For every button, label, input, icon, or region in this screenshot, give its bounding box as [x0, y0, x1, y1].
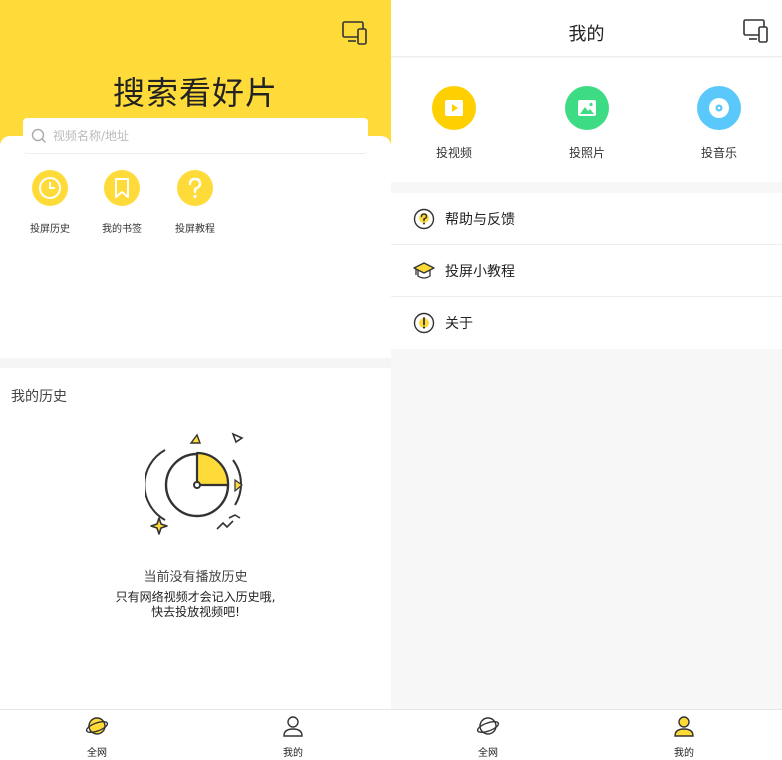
menu-item-label: 帮助与反馈	[445, 211, 515, 228]
nav-tab-all[interactable]: 全网	[67, 714, 127, 759]
search-input[interactable]	[53, 128, 353, 143]
empty-history-clock-illustration	[145, 432, 244, 535]
quick-item-label: 我的书签	[102, 224, 142, 235]
home-screen: 搜索看好片 投屏历史 我的书签 投屏教程 我的历史	[0, 0, 391, 760]
hero-title: 搜索看好片	[112, 74, 278, 112]
quick-item-history[interactable]: 投屏历史	[15, 170, 85, 235]
question-icon	[177, 170, 213, 206]
quick-item-label: 投屏历史	[30, 224, 70, 235]
planet-icon	[85, 717, 109, 735]
empty-history-subtitle: 只有网络视频才会记入历史哦, 快去投放视频吧!	[0, 590, 391, 620]
menu-item-help-feedback[interactable]: 帮助与反馈	[391, 193, 782, 245]
quick-item-bookmarks[interactable]: 我的书签	[87, 170, 157, 235]
empty-history-subtitle-line2: 快去投放视频吧!	[151, 605, 240, 619]
cast-video-button[interactable]: 投视频	[414, 86, 494, 161]
nav-tab-label: 我的	[674, 748, 694, 759]
screen-cast-device-icon[interactable]	[743, 18, 769, 44]
cast-actions: 投视频 投照片 投音乐	[391, 58, 782, 182]
empty-history-subtitle-line1: 只有网络视频才会记入历史哦,	[115, 590, 276, 604]
empty-history-title: 当前没有播放历史	[143, 570, 248, 585]
user-icon	[283, 716, 303, 737]
planet-icon	[476, 717, 500, 735]
settings-menu: 帮助与反馈 投屏小教程 关于	[391, 193, 782, 349]
menu-item-label: 关于	[445, 316, 473, 332]
cast-music-label: 投音乐	[700, 146, 737, 160]
search-icon	[31, 128, 46, 143]
nav-tab-label: 全网	[87, 748, 107, 759]
nav-tab-mine[interactable]: 我的	[654, 714, 714, 759]
cast-photo-label: 投照片	[568, 146, 605, 160]
nav-tab-label: 全网	[478, 748, 498, 759]
search-bar[interactable]	[23, 118, 368, 154]
bottom-nav: 全网 我的	[0, 709, 391, 760]
user-icon	[674, 716, 694, 737]
screen-cast-device-icon[interactable]	[342, 20, 368, 46]
nav-tab-mine[interactable]: 我的	[263, 714, 323, 759]
graduation-cap-icon	[413, 261, 435, 279]
history-section-title: 我的历史	[11, 389, 67, 405]
my-header: 我的	[391, 0, 782, 57]
menu-item-about[interactable]: 关于	[391, 297, 782, 349]
bookmark-icon	[104, 170, 140, 206]
menu-item-tutorial[interactable]: 投屏小教程	[391, 245, 782, 297]
quick-item-label: 投屏教程	[175, 224, 215, 235]
nav-tab-label: 我的	[283, 748, 303, 759]
menu-item-label: 投屏小教程	[445, 263, 515, 280]
help-icon	[413, 208, 435, 229]
info-icon	[413, 312, 435, 334]
bottom-nav: 全网 我的	[391, 709, 782, 760]
my-screen: 我的 投视频 投照片 投音乐 帮助与反馈 投屏小教程 关于 全网 我的	[391, 0, 782, 760]
page-title: 我的	[568, 24, 605, 45]
photo-icon	[565, 86, 609, 130]
clock-icon	[32, 170, 68, 206]
cast-music-button[interactable]: 投音乐	[679, 86, 759, 161]
nav-tab-all[interactable]: 全网	[458, 714, 518, 759]
quick-item-tutorial[interactable]: 投屏教程	[160, 170, 230, 235]
cast-video-label: 投视频	[435, 146, 472, 160]
video-icon	[432, 86, 476, 130]
section-divider	[0, 358, 391, 368]
disc-icon	[697, 86, 741, 130]
cast-photo-button[interactable]: 投照片	[547, 86, 627, 161]
